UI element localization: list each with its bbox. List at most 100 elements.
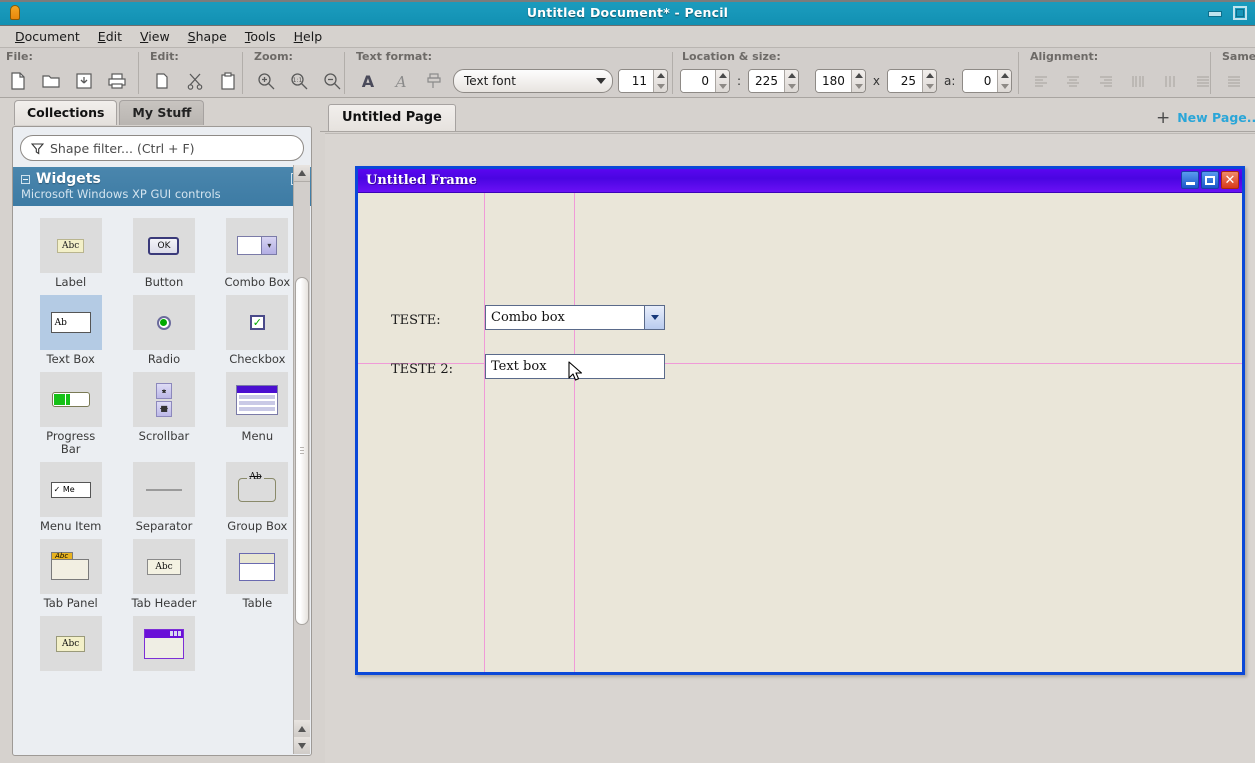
frame-minimize-icon[interactable]	[1181, 171, 1199, 189]
font-size-value: 11	[619, 70, 653, 92]
chevron-down-icon[interactable]	[644, 306, 664, 329]
groupbox-shape-icon: Ab	[226, 462, 289, 517]
paste-icon[interactable]	[214, 67, 242, 95]
y-down[interactable]	[785, 81, 798, 92]
bold-a-icon[interactable]: A	[354, 67, 382, 95]
shape-label: Combo Box	[224, 275, 291, 289]
shape-label: Progress Bar	[46, 429, 96, 456]
separator-shape-icon	[132, 462, 195, 517]
menu-help[interactable]: Help	[285, 27, 332, 46]
scrollbar-thumb[interactable]	[295, 277, 309, 625]
frame-maximize-icon[interactable]	[1201, 171, 1219, 189]
shape-item-menu-item[interactable]: ✓ Me Menu Item	[27, 462, 114, 533]
scroll-up-arrow-icon-2[interactable]	[294, 720, 310, 737]
menu-edit[interactable]: Edit	[89, 27, 131, 46]
zoom-out-icon[interactable]	[318, 67, 346, 95]
shape-label: Tab Panel	[43, 596, 98, 610]
shape-item-text-box[interactable]: Ab Text Box	[27, 295, 114, 366]
align-right-icon[interactable]	[1093, 67, 1119, 95]
italic-a-icon[interactable]: A	[387, 67, 415, 95]
h-up[interactable]	[923, 70, 936, 81]
maximize-button[interactable]	[1233, 6, 1247, 20]
page-tab-untitled[interactable]: Untitled Page	[328, 104, 456, 131]
distribute-horizontal-icon[interactable]	[1125, 67, 1151, 95]
shape-item-button[interactable]: OK Button	[120, 218, 207, 289]
angle-stepper[interactable]: 0	[962, 69, 1013, 93]
menu-document[interactable]: Document	[6, 27, 89, 46]
zoom-100-icon[interactable]: 1:1	[285, 67, 313, 95]
a-down[interactable]	[998, 81, 1011, 92]
scroll-down-arrow-icon[interactable]	[294, 737, 310, 754]
shape-item-group-box[interactable]: Ab Group Box	[214, 462, 301, 533]
x-down[interactable]	[716, 81, 729, 92]
toolbar-group-zoom: Zoom: 1:1	[250, 48, 350, 98]
a-up[interactable]	[998, 70, 1011, 81]
same-size-icon[interactable]	[1220, 67, 1248, 95]
font-size-down[interactable]	[654, 81, 667, 92]
font-size-up[interactable]	[654, 70, 667, 81]
shape-item-progress-bar[interactable]: Progress Bar	[27, 372, 114, 456]
shape-panel-scrollbar[interactable]	[293, 165, 310, 754]
font-size-stepper[interactable]: 11	[618, 69, 668, 93]
print-icon[interactable]	[103, 67, 131, 95]
h-down[interactable]	[923, 81, 936, 92]
shape-item-checkbox[interactable]: ✓ Checkbox	[214, 295, 301, 366]
shape-item-separator[interactable]: Separator	[120, 462, 207, 533]
shape-item-editable-label[interactable]: Abc	[27, 616, 114, 674]
filter-funnel-icon	[31, 142, 44, 154]
form-label-teste-2[interactable]: TESTE 2:	[391, 362, 453, 377]
position-y-stepper[interactable]: 225	[748, 69, 799, 93]
align-justify-icon[interactable]	[1190, 67, 1216, 95]
font-family-select[interactable]: Text font	[453, 69, 613, 93]
xp-frame-widget[interactable]: Untitled Frame ✕ TESTE: Combo box TESTE …	[355, 166, 1245, 675]
frame-title: Untitled Frame	[366, 173, 477, 188]
shape-item-menu[interactable]: Menu	[214, 372, 301, 456]
form-label-teste[interactable]: TESTE:	[391, 313, 441, 328]
cut-scissors-icon[interactable]	[181, 67, 209, 95]
new-document-icon[interactable]	[4, 67, 32, 95]
position-x-stepper[interactable]: 0	[680, 69, 730, 93]
format-painter-icon[interactable]	[420, 67, 448, 95]
drawing-canvas[interactable]: Untitled Frame ✕ TESTE: Combo box TESTE …	[325, 133, 1255, 763]
shape-label: Group Box	[227, 519, 288, 533]
frame-close-icon[interactable]: ✕	[1221, 171, 1239, 189]
frame-window-controls: ✕	[1181, 171, 1239, 189]
shape-item-table[interactable]: Table	[214, 539, 301, 610]
shape-item-scrollbar[interactable]: ▴ ■ Scrollbar	[120, 372, 207, 456]
tab-my-stuff[interactable]: My Stuff	[119, 100, 205, 125]
tab-collections[interactable]: Collections	[14, 100, 118, 125]
shape-item-window[interactable]	[120, 616, 207, 674]
minimize-button[interactable]	[1207, 6, 1222, 20]
text-box-widget[interactable]: Text box	[485, 354, 665, 379]
w-down[interactable]	[852, 81, 865, 92]
shape-item-label[interactable]: Abc Label	[27, 218, 114, 289]
height-stepper[interactable]: 25	[886, 69, 937, 93]
scroll-up-arrow-icon[interactable]	[294, 165, 310, 182]
shape-item-radio[interactable]: Radio	[120, 295, 207, 366]
shape-label: Label	[55, 275, 87, 289]
y-up[interactable]	[785, 70, 798, 81]
combo-box-widget[interactable]: Combo box	[485, 305, 665, 330]
copy-icon[interactable]	[148, 67, 176, 95]
menu-shape[interactable]: Shape	[179, 27, 236, 46]
save-icon[interactable]	[70, 67, 98, 95]
menu-tools[interactable]: Tools	[236, 27, 285, 46]
menu-view[interactable]: View	[131, 27, 179, 46]
align-left-icon[interactable]	[1028, 67, 1054, 95]
collapse-minus-icon[interactable]	[21, 174, 30, 184]
collection-header-widgets[interactable]: Widgets Microsoft Windows XP GUI control…	[13, 167, 311, 206]
new-page-button[interactable]: + New Page...	[1156, 109, 1255, 126]
radio-shape-icon	[132, 295, 195, 350]
shape-item-tab-panel[interactable]: Abc Tab Panel	[27, 539, 114, 610]
open-folder-icon[interactable]	[37, 67, 65, 95]
frame-titlebar[interactable]: Untitled Frame ✕	[358, 169, 1242, 193]
shape-filter-input[interactable]: Shape filter... (Ctrl + F)	[20, 135, 304, 161]
zoom-in-icon[interactable]	[252, 67, 280, 95]
shape-item-tab-header[interactable]: Abc Tab Header	[120, 539, 207, 610]
shape-item-combo-box[interactable]: ▾ Combo Box	[214, 218, 301, 289]
align-center-icon[interactable]	[1060, 67, 1086, 95]
w-up[interactable]	[852, 70, 865, 81]
width-stepper[interactable]: 180	[814, 69, 866, 93]
x-up[interactable]	[716, 70, 729, 81]
distribute-vertical-icon[interactable]	[1157, 67, 1183, 95]
